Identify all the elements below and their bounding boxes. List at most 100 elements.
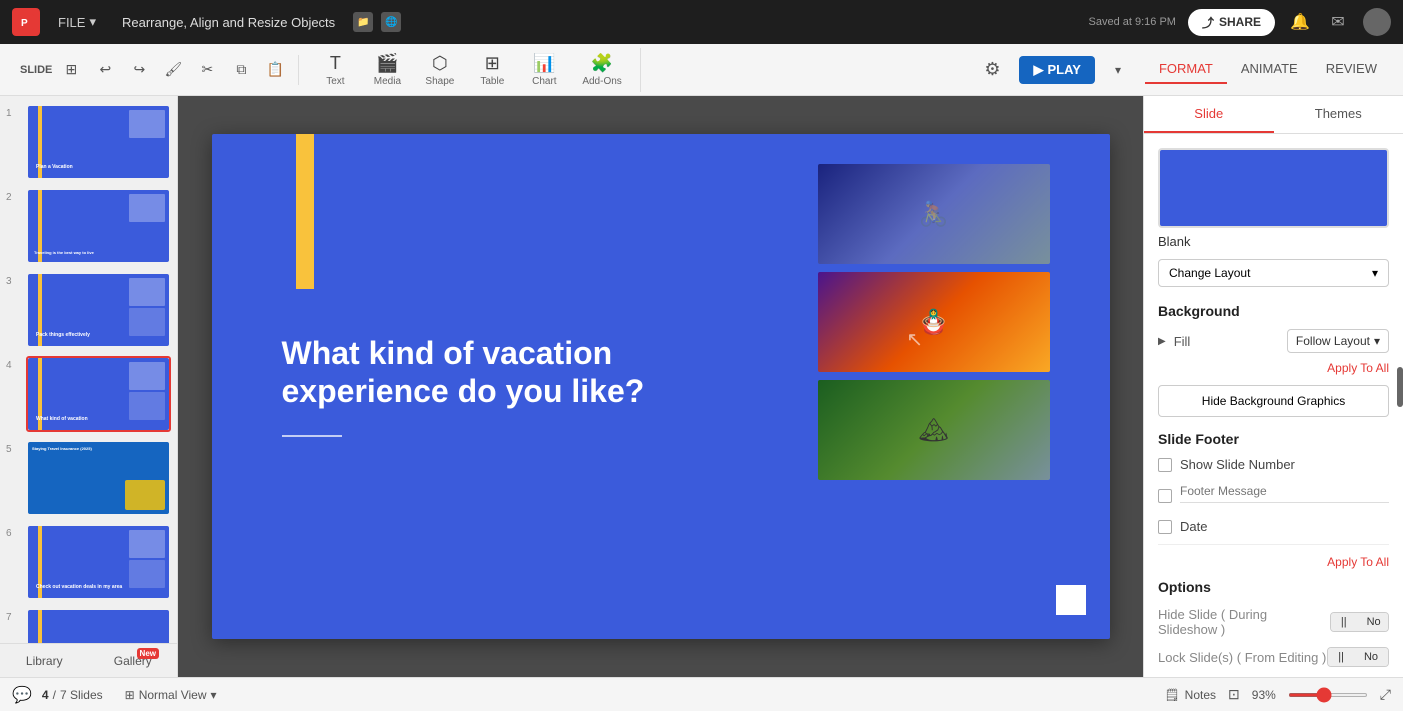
fill-expand-icon[interactable]: ▶: [1158, 336, 1166, 347]
saved-status: Saved at 9:16 PM: [1089, 16, 1176, 28]
chart-button[interactable]: 📊 Chart: [520, 48, 568, 92]
text-button[interactable]: T Text: [311, 48, 359, 92]
slide-images-column: 🚴 🪆 🏔: [818, 164, 1050, 480]
media-icon: 🎬: [376, 53, 398, 74]
document-title: Rearrange, Align and Resize Objects: [122, 15, 335, 30]
tab-animate[interactable]: ANIMATE: [1227, 55, 1312, 84]
cycling-image[interactable]: 🚴: [818, 164, 1050, 264]
notifications-icon[interactable]: 🔔: [1287, 9, 1313, 35]
table-button[interactable]: ⊞ Table: [468, 48, 516, 92]
file-menu-button[interactable]: FILE ▾: [50, 10, 104, 34]
blank-label: Blank: [1158, 234, 1389, 249]
notes-icon: 🗒: [1164, 688, 1179, 702]
media-button[interactable]: 🎬 Media: [363, 48, 411, 92]
slide-thumbnail-3[interactable]: 3 Pack things effectively: [6, 272, 171, 348]
fill-row: ▶ Fill Follow Layout ▾: [1158, 329, 1389, 353]
canvas-area[interactable]: What kind of vacation experience do you …: [178, 96, 1143, 677]
undo-button[interactable]: ↩: [90, 55, 120, 85]
svg-text:P: P: [21, 18, 28, 29]
top-bar: P FILE ▾ Rearrange, Align and Resize Obj…: [0, 0, 1403, 44]
view-dropdown-icon: ▾: [211, 688, 217, 702]
chat-icon[interactable]: 💬: [12, 685, 32, 705]
bottom-bar: 💬 4 / 7 Slides ⊞ Normal View ▾ 🗒 Notes ⊡…: [0, 677, 1403, 711]
slide-main-heading: What kind of vacation experience do you …: [282, 334, 682, 411]
hiking-image[interactable]: 🏔: [818, 380, 1050, 480]
footer-message-input[interactable]: [1180, 480, 1389, 503]
play-triangle-icon: ▶: [1033, 62, 1043, 78]
statues-image[interactable]: 🪆: [818, 272, 1050, 372]
slide-panel: 1 Plan a Vacation 2 Traveling is th: [0, 96, 178, 677]
redo-button[interactable]: ↪: [124, 55, 154, 85]
share-button[interactable]: ⤴ SHARE: [1188, 9, 1275, 36]
slide-text-content[interactable]: What kind of vacation experience do you …: [282, 334, 682, 437]
hide-slide-label: Hide Slide ( During Slideshow ): [1158, 607, 1330, 637]
lock-slide-label: Lock Slide(s) ( From Editing ): [1158, 650, 1326, 665]
toggle-off-option[interactable]: ||: [1331, 613, 1357, 631]
addons-button[interactable]: 🧩 Add-Ons: [572, 48, 631, 92]
tab-format[interactable]: FORMAT: [1145, 55, 1227, 84]
cut-button[interactable]: ✂: [192, 55, 222, 85]
view-selector[interactable]: ⊞ Normal View ▾: [125, 688, 217, 702]
text-icon: T: [330, 53, 341, 74]
change-layout-button[interactable]: Change Layout ▾: [1158, 259, 1389, 287]
yellow-accent-bar: [296, 134, 314, 289]
shape-button[interactable]: ⬡ Shape: [415, 48, 464, 92]
copy-button[interactable]: ⧉: [226, 55, 256, 85]
slide-thumbnail-6[interactable]: 6 Check out vacation deals in my area: [6, 524, 171, 600]
folder-icon[interactable]: 📁: [353, 12, 373, 32]
hide-background-graphics-button[interactable]: Hide Background Graphics: [1158, 385, 1389, 417]
lock-slide-toggle[interactable]: || No: [1327, 647, 1389, 667]
play-button[interactable]: ▶ PLAY: [1019, 56, 1094, 84]
gallery-button[interactable]: Gallery New: [89, 646, 178, 676]
doc-action-icons: 📁 🌐: [353, 12, 401, 32]
grid-view-button[interactable]: ⊞: [56, 55, 86, 85]
tab-review[interactable]: REVIEW: [1312, 55, 1391, 84]
slide-footer-title: Slide Footer: [1158, 431, 1389, 447]
messages-icon[interactable]: ✉: [1325, 9, 1351, 35]
panel-bottom-tabs: Library Gallery New: [0, 643, 178, 677]
show-slide-number-checkbox[interactable]: [1158, 458, 1172, 472]
hide-slide-toggle[interactable]: || No: [1330, 612, 1389, 632]
slide-thumbnail-4[interactable]: 4 What kind of vacation: [6, 356, 171, 432]
right-panel: Slide Themes Blank Change Layout ▾ Backg…: [1143, 96, 1403, 677]
date-checkbox[interactable]: [1158, 520, 1172, 534]
toggle-no-option[interactable]: No: [1357, 613, 1389, 631]
tab-themes[interactable]: Themes: [1274, 96, 1403, 133]
globe-icon[interactable]: 🌐: [381, 12, 401, 32]
slide-thumbnail-5[interactable]: 5 Staying Travel Insurance (2025): [6, 440, 171, 516]
fit-to-screen-icon[interactable]: ⊡: [1228, 686, 1240, 703]
apply-to-all-link-1[interactable]: Apply To All: [1158, 361, 1389, 375]
current-slide-number: 4: [42, 688, 49, 702]
slide-thumbnail-2[interactable]: 2 Traveling is the best way to live: [6, 188, 171, 264]
tab-slide[interactable]: Slide: [1144, 96, 1274, 133]
white-square-element[interactable]: [1056, 585, 1086, 615]
dropdown-arrow-icon: ▾: [1374, 334, 1380, 348]
apply-to-all-link-2[interactable]: Apply To All: [1158, 555, 1389, 569]
notes-label: Notes: [1185, 688, 1216, 702]
date-label: Date: [1180, 519, 1207, 534]
slide-thumbnail-1[interactable]: 1 Plan a Vacation: [6, 104, 171, 180]
settings-icon[interactable]: ⚙: [977, 55, 1007, 85]
slide-label: SLIDE: [20, 64, 52, 76]
paste-button[interactable]: 📋: [260, 55, 290, 85]
format-paint-button[interactable]: 🖌: [158, 55, 188, 85]
lock-toggle-off-option[interactable]: ||: [1328, 648, 1354, 666]
slide-canvas: What kind of vacation experience do you …: [212, 134, 1110, 639]
user-avatar[interactable]: [1363, 8, 1391, 36]
footer-message-checkbox[interactable]: [1158, 489, 1172, 503]
right-panel-body: Blank Change Layout ▾ Background ▶ Fill …: [1144, 134, 1403, 677]
zoom-expand-icon[interactable]: ⤢: [1380, 686, 1391, 703]
library-button[interactable]: Library: [0, 646, 89, 676]
dropdown-chevron-icon: ▾: [1372, 266, 1378, 280]
bottom-right: 🗒 Notes ⊡ 93% ⤢: [1164, 686, 1391, 703]
zoom-level: 93%: [1252, 688, 1276, 702]
show-slide-number-label: Show Slide Number: [1180, 457, 1295, 472]
zoom-slider[interactable]: [1288, 693, 1368, 697]
lock-toggle-no-option[interactable]: No: [1354, 648, 1388, 666]
slide-counter-separator: /: [53, 688, 56, 702]
slide-section: SLIDE ⊞ ↩ ↪ 🖌 ✂ ⧉ 📋: [12, 55, 299, 85]
share-icon: ⤴: [1202, 14, 1214, 31]
notes-button[interactable]: 🗒 Notes: [1164, 688, 1216, 702]
fill-layout-dropdown[interactable]: Follow Layout ▾: [1287, 329, 1389, 353]
play-dropdown-icon[interactable]: ▾: [1103, 55, 1133, 85]
